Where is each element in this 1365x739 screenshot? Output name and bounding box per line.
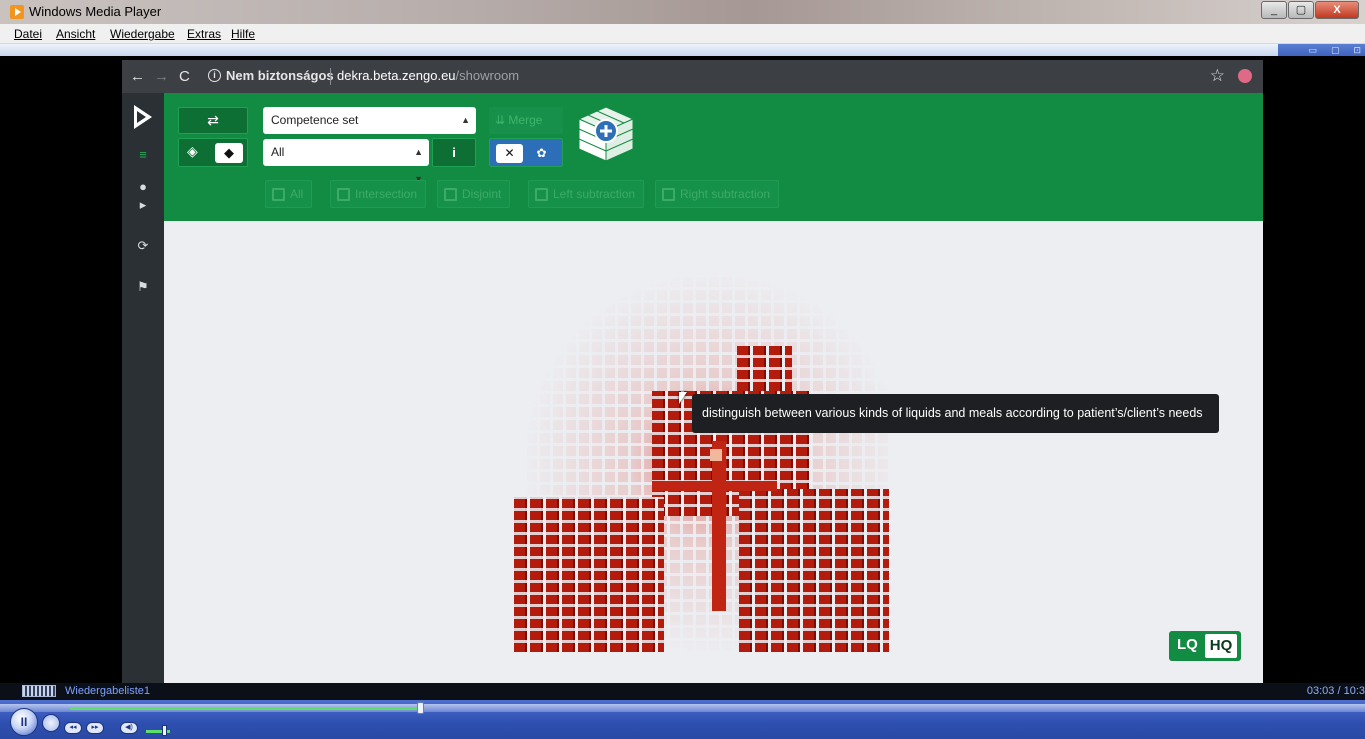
pause-button[interactable]: II <box>10 708 38 736</box>
setop-left-subtraction-button[interactable]: Left subtraction <box>528 180 645 208</box>
setop-right-subtraction-button[interactable]: Right subtraction <box>655 180 780 208</box>
menu-hilfe[interactable]: Hilfe <box>231 27 255 41</box>
merge-icon: ⇊ <box>495 113 506 127</box>
app-toolbar: ⇄ ◈ ◆ Competence set ▲▼ All ▲▼ i ⇊ Merge… <box>164 93 1263 221</box>
url-text[interactable]: dekra.beta.zengo.eu/showroom <box>337 68 519 83</box>
cube-axis-vertical <box>712 441 726 611</box>
competence-set-select[interactable]: Competence set ▲▼ <box>263 107 476 152</box>
seek-thumb[interactable] <box>416 702 424 714</box>
extension-icon[interactable] <box>1238 69 1252 83</box>
playback-time: 03:03 / 10:3 <box>1306 685 1365 697</box>
playlist-icon[interactable] <box>22 685 56 697</box>
palette-icon[interactable]: ✿ <box>528 144 555 163</box>
setop-disjoint-label: Disjoint <box>462 187 502 201</box>
setop-all-button[interactable]: All <box>265 180 313 208</box>
bookmark-star-icon[interactable]: ☆ <box>1210 66 1225 86</box>
logout-icon[interactable]: ▸ <box>122 197 164 213</box>
left-subtraction-icon <box>535 188 548 201</box>
playlist-name[interactable]: Wiedergabeliste1 <box>65 685 150 697</box>
recorded-browser: ← → C i Nem biztonságos dekra.beta.zengo… <box>122 60 1263 683</box>
flag-icon[interactable]: ⚑ <box>122 279 164 295</box>
url-path: /showroom <box>455 68 520 83</box>
menu-datei[interactable]: Datei <box>14 27 42 41</box>
right-subtraction-icon <box>662 188 675 201</box>
menu-wiedergabe[interactable]: Wiedergabe <box>110 27 175 41</box>
window-titlebar: Windows Media Player _ ▢ X <box>0 0 1365 24</box>
seek-progress <box>70 707 421 710</box>
previous-icon[interactable]: ◂◂ <box>64 722 82 734</box>
intersection-icon <box>337 188 350 201</box>
app-sidebar: ≡ ● ▸ ⟳ ⚑ <box>122 93 164 683</box>
volume-slider[interactable] <box>162 725 167 736</box>
browser-address-bar: ← → C i Nem biztonságos dekra.beta.zengo… <box>122 60 1263 93</box>
retweet-icon[interactable]: ⇄ <box>178 107 248 134</box>
grid-icon <box>272 188 285 201</box>
player-controls: II ◂◂ ▸▸ ◀) <box>0 700 1365 739</box>
setop-intersection-button[interactable]: Intersection <box>330 180 427 208</box>
fullscreen-icon[interactable]: ⊡ <box>1353 45 1361 56</box>
add-cube-icon[interactable] <box>575 103 637 165</box>
player-mode-strip: ▭ ▢ ⊡ <box>0 44 1365 56</box>
mouse-cursor-icon <box>679 392 687 404</box>
color-mode-toggle[interactable]: ✕ ✿ <box>489 138 563 167</box>
back-icon[interactable]: ← <box>130 68 145 85</box>
lq-option[interactable]: LQ <box>1177 636 1198 653</box>
stop-button[interactable] <box>42 714 60 732</box>
quality-toggle[interactable]: LQ HQ <box>1169 631 1241 661</box>
compact-mode-icon[interactable]: ▭ <box>1308 45 1317 56</box>
cube-block-right[interactable] <box>739 489 889 652</box>
view-mode-toggle[interactable]: ◈ ◆ <box>178 138 248 167</box>
url-host: dekra.beta.zengo.eu <box>337 68 456 83</box>
next-icon[interactable]: ▸▸ <box>86 722 104 734</box>
player-status-bar: Wiedergabeliste1 03:03 / 10:3 <box>0 683 1365 700</box>
merge-button[interactable]: ⇊ Merge <box>489 107 563 134</box>
setop-intersection-label: Intersection <box>355 187 418 201</box>
close-button[interactable]: X <box>1315 1 1359 19</box>
cube-axis-horizontal <box>652 481 777 491</box>
setop-left-subtraction-label: Left subtraction <box>553 187 636 201</box>
user-icon[interactable]: ● <box>122 179 164 194</box>
minimize-button[interactable]: _ <box>1261 1 1287 19</box>
site-info-icon[interactable]: i <box>208 69 221 82</box>
disjoint-icon <box>444 188 457 201</box>
menu-icon[interactable]: ≡ <box>122 147 164 162</box>
setop-all-label: All <box>290 187 304 201</box>
mute-icon[interactable]: ◀) <box>120 722 138 734</box>
layers-icon[interactable]: ◈ <box>187 143 198 160</box>
setop-right-subtraction-label: Right subtraction <box>680 187 771 201</box>
cube-block-left[interactable] <box>514 497 664 652</box>
hq-option[interactable]: HQ <box>1205 634 1237 658</box>
forward-icon[interactable]: → <box>154 68 169 85</box>
seek-bar[interactable] <box>0 702 1365 714</box>
cube-icon[interactable]: ◆ <box>215 143 243 163</box>
media-player-icon <box>10 5 24 19</box>
menu-extras[interactable]: Extras <box>187 27 221 41</box>
logo-icon[interactable] <box>134 105 152 129</box>
filter-select[interactable]: All ▲ ▼ <box>263 139 429 184</box>
reload-icon[interactable]: C <box>179 68 190 85</box>
menu-ansicht[interactable]: Ansicht <box>56 27 95 41</box>
competence-set-value: Competence set <box>271 113 359 127</box>
filter-value: All <box>271 145 285 159</box>
refresh-icon[interactable]: ⟳ <box>122 238 164 254</box>
merge-label: Merge <box>508 113 543 127</box>
cell-tooltip: distinguish between various kinds of liq… <box>692 394 1219 433</box>
security-label: Nem biztonságos <box>226 68 334 83</box>
cube-block-top[interactable] <box>737 346 792 391</box>
menu-bar: Datei Ansicht Wiedergabe Extras Hilfe <box>0 24 1365 44</box>
setop-disjoint-button[interactable]: Disjoint <box>437 180 511 208</box>
info-icon[interactable]: i <box>432 138 476 167</box>
window-title: Windows Media Player <box>29 4 162 19</box>
restore-button[interactable]: ▢ <box>1288 1 1314 19</box>
window-mode-icon[interactable]: ▢ <box>1331 45 1340 56</box>
palette-off-icon[interactable]: ✕ <box>496 144 523 163</box>
cube-selected-cell[interactable] <box>710 449 722 461</box>
cube-viewport[interactable]: distinguish between various kinds of liq… <box>164 221 1263 683</box>
